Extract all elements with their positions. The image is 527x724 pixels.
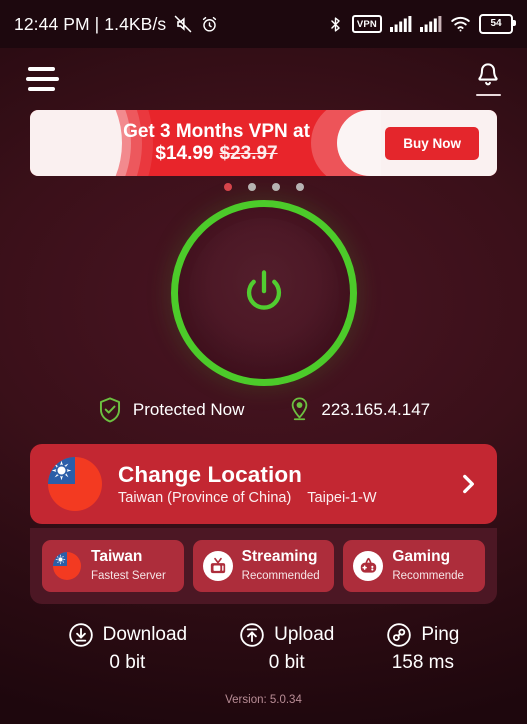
battery-icon: 54 [479,14,516,34]
ip-address-display: 223.165.4.147 [288,396,430,424]
bluetooth-icon [327,15,344,34]
stat-label: Ping [421,624,460,645]
carousel-dot-1[interactable] [223,183,232,191]
app-version-label: Version: 5.0.34 [225,694,302,706]
vpn-icon: VPN [351,15,382,33]
quick-chip-subtitle: Fastest Server [91,570,166,582]
location-server: Taipei-1-W [307,490,377,507]
gamepad-icon [353,551,384,581]
stat-ping: Ping 158 ms [386,622,459,674]
battery-level-label: 54 [490,18,502,29]
carousel-dot-2[interactable] [247,183,256,191]
banner-price: $14.99 [155,143,214,164]
system-status-bar: 12:44 PM | 1.4KB/s VPN 54 [0,0,527,48]
mini-flag [53,552,81,580]
status-bar-clock: 12:44 PM | 1.4KB/s [14,13,167,34]
hamburger-bar [28,87,55,91]
quick-chip-title: Gaming [392,548,451,565]
stat-value: 158 ms [391,652,455,673]
taiwan-flag-icon [52,551,82,581]
quick-chip-taiwan[interactable]: Taiwan Fastest Server [42,540,184,592]
stat-label: Download [102,624,188,645]
notification-button[interactable] [475,62,501,96]
stat-value: 0 bit [268,652,305,673]
banner-pricing: $14.99 $23.97 [155,143,277,165]
quick-chip-gaming[interactable]: Gaming Recommende [343,540,486,592]
stat-download: Download 0 bit [68,622,188,674]
hamburger-bar [26,77,59,81]
banner-cta-area: Buy Now [311,110,497,176]
upload-icon [239,622,265,648]
location-country: Taiwan (Province of China) [118,490,292,507]
download-icon [68,622,94,648]
hamburger-menu-icon[interactable] [26,67,60,91]
location-card-text: Change Location Taiwan (Province of Chin… [118,462,447,507]
shield-check-icon [97,396,123,424]
stat-header: Upload [239,622,334,648]
stat-header: Download [68,622,188,648]
status-bar-left: 12:44 PM | 1.4KB/s [14,14,219,35]
bell-icon [475,62,501,90]
promo-banner[interactable]: Get 3 Months VPN at $14.99 $23.97 Buy Now [30,110,497,176]
banner-headline: Get 3 Months VPN at [123,121,310,143]
tv-icon [202,551,233,581]
flag-canton [48,457,75,484]
buy-now-button[interactable]: Buy Now [385,126,479,160]
ping-icon [386,622,412,648]
change-location-title: Change Location [118,461,303,487]
power-icon [236,265,292,321]
stat-upload: Upload 0 bit [239,622,334,674]
stat-header: Ping [386,622,459,648]
banner-text: Get 3 Months VPN at $14.99 $23.97 [106,110,327,176]
vpn-power-toggle-button[interactable] [170,200,357,386]
stat-value: 0 bit [109,652,146,673]
flag-canton [53,552,67,566]
quick-chip-subtitle: Recommende [392,570,464,582]
quick-chip-text: Gaming Recommende [392,548,475,584]
quick-chip-text: Streaming Recommended [242,548,325,584]
app-header [0,48,527,110]
carousel-dot-4[interactable] [295,183,304,191]
quick-chip-title: Taiwan [91,548,143,565]
power-button-area [0,200,527,386]
quick-chip-title: Streaming [241,548,318,565]
stat-label: Upload [274,624,335,645]
wifi-icon [450,16,471,32]
quick-chip-streaming[interactable]: Streaming Recommended [192,540,335,592]
ip-address-label: 223.165.4.147 [321,400,431,419]
mute-icon [173,14,193,34]
banner-old-price: $23.97 [219,143,278,164]
alarm-icon [200,15,219,34]
change-location-card[interactable]: Change Location Taiwan (Province of Chin… [30,444,497,524]
status-bar-right: VPN 54 [327,14,516,34]
location-pin-icon [288,396,311,424]
banner-carousel-dots [0,183,527,191]
protection-status: Protected Now [97,396,245,424]
quick-chip-subtitle: Recommended [241,570,320,582]
signal-icon [420,16,442,32]
taiwan-flag-icon [48,457,102,511]
connection-status-row: Protected Now 223.165.4.147 [0,396,527,424]
protection-status-label: Protected Now [132,400,245,419]
app-screen: 12:44 PM | 1.4KB/s VPN 54 Get 3 Months V… [0,0,527,724]
location-card-subtitle: Taiwan (Province of China) Taipei-1-W [118,490,447,506]
speed-stats-row: Download 0 bit Upload 0 bit Ping 158 ms [0,622,527,674]
carousel-dot-3[interactable] [271,183,280,191]
quick-connect-panel: Taiwan Fastest Server Streaming Recommen… [30,528,497,604]
signal-icon [390,16,412,32]
chevron-right-icon[interactable] [455,471,481,497]
hamburger-bar [28,67,55,71]
notification-underline [475,94,501,96]
quick-chip-text: Taiwan Fastest Server [91,548,174,584]
